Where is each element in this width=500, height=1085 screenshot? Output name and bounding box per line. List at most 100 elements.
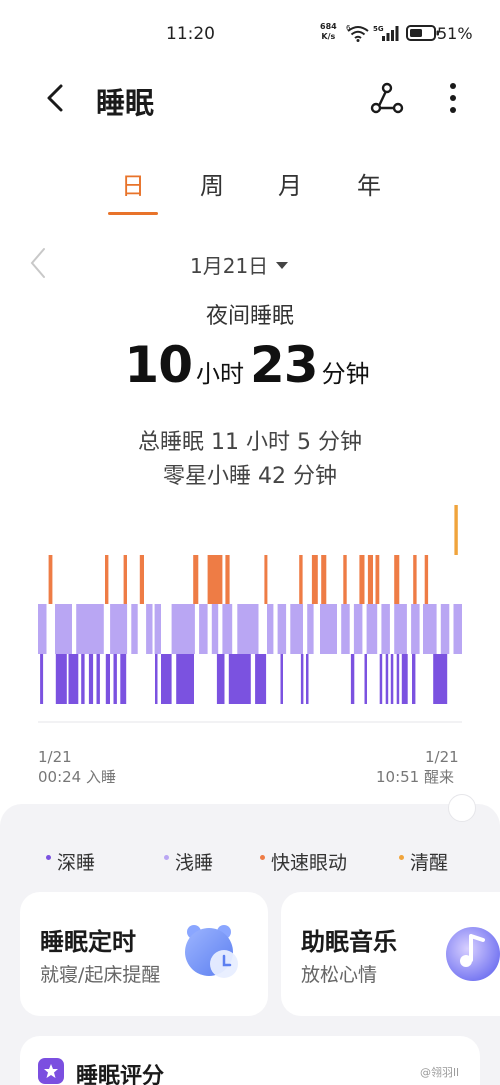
legend-dot-deep <box>46 855 51 860</box>
share-button[interactable] <box>367 78 407 118</box>
sleep-segment-rem <box>359 555 365 604</box>
duration-minutes-unit: 分钟 <box>321 360 370 388</box>
sheet-handle[interactable] <box>448 794 476 822</box>
sleep-segment-deep <box>300 654 304 704</box>
wifi-badge: 6 <box>346 24 351 32</box>
app-header: 睡眠 <box>0 66 500 132</box>
sleep-segment-deep <box>401 654 408 704</box>
tab-year[interactable]: 年 <box>344 166 394 201</box>
sleep-segment-rem <box>123 555 127 604</box>
sleep-score-title: 睡眠评分 <box>76 1064 165 1085</box>
sleep-segment-light <box>146 604 153 654</box>
sleep-music-title: 助眠音乐 <box>301 928 397 956</box>
sleep-segment-light <box>394 604 407 654</box>
sleep-segment-rem <box>193 555 199 604</box>
sleep-segment-rem <box>207 555 223 604</box>
chart-start-date: 1/21 <box>38 748 72 766</box>
night-sleep-duration: 10 小时 23 分钟 <box>0 336 500 394</box>
sleep-segment-deep <box>113 654 117 704</box>
sleep-segment-light <box>171 604 195 654</box>
chevron-left-icon <box>30 248 45 278</box>
sleep-music-card[interactable]: 助眠音乐 放松心情 <box>281 892 500 1016</box>
tab-active-indicator <box>108 212 158 215</box>
more-vertical-icon <box>450 83 456 113</box>
sleep-segment-rem <box>343 555 347 604</box>
sleep-segment-light <box>277 604 287 654</box>
sleep-segment-rem <box>394 555 400 604</box>
sleep-segment-awake <box>454 505 458 555</box>
date-selector[interactable]: 1月21日 <box>190 250 289 279</box>
chevron-left-icon <box>47 84 63 112</box>
legend-dot-rem <box>260 855 265 860</box>
network-speed: 684 K/s <box>320 22 337 41</box>
share-icon <box>370 82 404 114</box>
sleep-segment-deep <box>161 654 172 704</box>
sleep-music-subtitle: 放松心情 <box>301 964 378 986</box>
sleep-segment-deep <box>433 654 448 704</box>
previous-date-button[interactable] <box>26 246 50 280</box>
sleep-segment-deep <box>255 654 267 704</box>
sleep-segment-deep <box>396 654 400 704</box>
sleep-segment-rem <box>311 555 318 604</box>
sleep-segment-light <box>267 604 274 654</box>
sleep-segment-light <box>381 604 390 654</box>
page-title: 睡眠 <box>96 86 155 120</box>
battery-icon <box>406 25 439 41</box>
back-button[interactable] <box>38 80 74 116</box>
sleep-segment-rem <box>48 555 53 604</box>
sleep-segment-deep <box>120 654 127 704</box>
chart-end-time: 10:51 醒来 <box>376 768 454 786</box>
tab-week[interactable]: 周 <box>187 166 237 201</box>
legend-deep: 深睡 <box>46 848 95 875</box>
sleep-stage-svg <box>38 505 462 723</box>
sleep-segment-rem <box>105 555 109 604</box>
sleep-segment-light <box>38 604 47 654</box>
sleep-segment-light <box>307 604 314 654</box>
sleep-segment-rem <box>424 555 429 604</box>
sleep-segment-deep <box>385 654 389 704</box>
sleep-segment-light <box>423 604 437 654</box>
alarm-clock-icon <box>185 925 238 978</box>
sleep-segment-deep <box>68 654 79 704</box>
sleep-segment-light <box>76 604 104 654</box>
sleep-segment-deep <box>155 654 158 704</box>
sleep-segment-rem <box>139 555 144 604</box>
star-icon <box>38 1058 64 1084</box>
battery-percent: 51% <box>437 24 473 43</box>
sleep-segment-rem <box>264 555 268 604</box>
sleep-segment-light <box>55 604 72 654</box>
sleep-segment-deep <box>350 654 355 704</box>
sleep-segment-light <box>453 604 462 654</box>
sleep-timer-card[interactable]: 睡眠定时 就寝/起床提醒 <box>20 892 268 1016</box>
signal-icon: 5G <box>373 25 399 41</box>
sleep-segment-deep <box>390 654 394 704</box>
sleep-segment-deep <box>55 654 67 704</box>
legend-rem: 快速眼动 <box>260 848 347 875</box>
duration-minutes: 23 <box>250 336 319 394</box>
sleep-segment-deep <box>364 654 367 704</box>
sleep-segment-light <box>353 604 363 654</box>
sleep-segment-rem <box>299 555 303 604</box>
sleep-stage-chart[interactable] <box>0 500 500 730</box>
sleep-segment-deep <box>176 654 194 704</box>
signal-badge: 5G <box>373 25 384 33</box>
sleep-segment-light <box>237 604 259 654</box>
sleep-segment-light <box>131 604 138 654</box>
tab-month[interactable]: 月 <box>265 166 315 201</box>
sleep-segment-light <box>411 604 420 654</box>
sleep-segment-light <box>211 604 219 654</box>
status-bar: 11:20 684 K/s 6 5G 51% <box>0 0 500 66</box>
sleep-timer-title: 睡眠定时 <box>40 928 136 956</box>
status-time: 11:20 <box>166 24 215 44</box>
sleep-segment-light <box>222 604 233 654</box>
tab-day[interactable]: 日 <box>108 166 158 201</box>
nap-sleep: 零星小睡 42 分钟 <box>163 464 337 489</box>
more-button[interactable] <box>440 78 466 118</box>
music-note-icon <box>446 927 500 981</box>
sleep-score-card[interactable]: 睡眠评分 <box>20 1036 480 1085</box>
duration-hours: 10 <box>124 336 193 394</box>
wifi-icon: 6 <box>346 24 369 42</box>
sleep-segment-rem <box>367 555 373 604</box>
sleep-segment-light <box>341 604 350 654</box>
sleep-segment-deep <box>81 654 85 704</box>
